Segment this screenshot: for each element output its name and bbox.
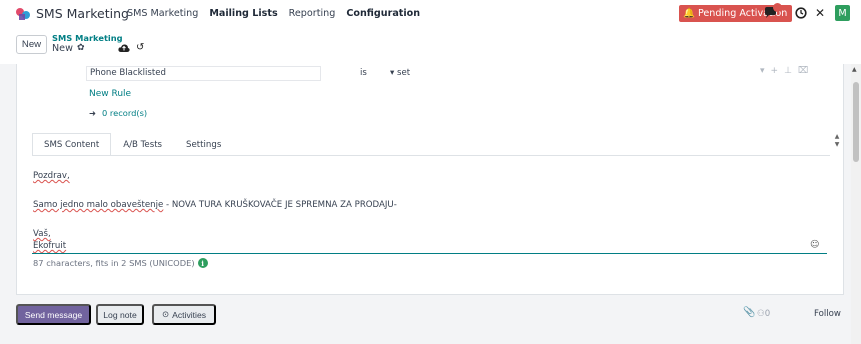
- tools-icon[interactable]: ✕: [815, 6, 825, 20]
- menu-sms-marketing[interactable]: SMS Marketing: [127, 8, 198, 19]
- caret-down-icon[interactable]: ▾: [760, 66, 771, 76]
- emoji-icon[interactable]: ☺: [810, 240, 819, 250]
- message-line-rest: - NOVA TURA KRUŠKOVAČE JE SPREMNA ZA PRO…: [163, 200, 397, 210]
- tab-ab-tests[interactable]: A/B Tests: [111, 133, 175, 156]
- bell-icon: 🔔: [683, 8, 695, 19]
- message-signature[interactable]: Ekofruit: [33, 241, 66, 251]
- message-line-prefix: Samo jedno malo obaveštenje: [33, 200, 164, 210]
- add-icon[interactable]: +: [771, 66, 785, 76]
- scroll-up-icon[interactable]: ▲: [852, 66, 857, 73]
- top-navbar: SMS Marketing SMS Marketing Mailing List…: [0, 0, 861, 28]
- paperclip-icon[interactable]: 📎: [743, 307, 755, 318]
- page-scrollbar-thumb[interactable]: [853, 82, 859, 162]
- arrow-right-icon: ➜: [89, 108, 96, 118]
- avatar[interactable]: M: [835, 5, 850, 21]
- send-message-button[interactable]: Send message: [16, 304, 91, 325]
- rule-field-select[interactable]: Phone Blacklisted: [86, 66, 321, 81]
- user-icon: ⚇: [757, 309, 765, 319]
- menu-mailing-lists[interactable]: Mailing Lists: [209, 8, 277, 19]
- chatter: Send message Log note ⊙ Activities 📎 ⚇0 F…: [16, 304, 844, 326]
- tab-divider: [32, 155, 830, 156]
- activities-label: Activities: [172, 309, 207, 320]
- tabs: SMS Content A/B Tests Settings: [32, 133, 234, 156]
- breadcrumb-parent[interactable]: SMS Marketing: [52, 33, 123, 43]
- clock-icon: ⊙: [161, 309, 170, 319]
- menu-reporting[interactable]: Reporting: [289, 8, 336, 19]
- cloud-upload-icon[interactable]: [118, 43, 130, 53]
- tab-settings[interactable]: Settings: [174, 133, 234, 156]
- sms-counter-text: 87 characters, fits in 2 SMS (UNICODE): [33, 258, 195, 268]
- breadcrumb-current: New: [52, 43, 73, 54]
- editor-scrollbar[interactable]: ▲ ▼: [833, 133, 841, 157]
- followers-count: 0: [764, 309, 771, 319]
- notification-badge: [773, 3, 782, 12]
- app-name[interactable]: SMS Marketing: [36, 6, 129, 21]
- gear-icon[interactable]: ✿: [77, 43, 85, 53]
- new-button[interactable]: New: [16, 35, 47, 54]
- records-count: 0 record(s): [101, 108, 148, 118]
- records-link[interactable]: ➜ 0 record(s): [89, 108, 147, 118]
- rule-value[interactable]: ▾ set: [390, 68, 410, 78]
- rule-operator[interactable]: is: [360, 68, 367, 78]
- app-logo-icon[interactable]: [15, 7, 31, 21]
- discard-icon[interactable]: ↺: [136, 42, 144, 53]
- editor-focus-line: [32, 253, 827, 254]
- sms-counter: 87 characters, fits in 2 SMS (UNICODE) i: [33, 258, 208, 268]
- rule-actions: ▾+⊥⌧: [760, 66, 814, 76]
- info-icon[interactable]: i: [197, 258, 208, 268]
- tab-sms-content[interactable]: SMS Content: [32, 133, 112, 156]
- control-panel: New SMS Marketing New ✿ ↺: [0, 28, 861, 64]
- activities-button[interactable]: ⊙ Activities: [152, 304, 216, 325]
- message-greeting[interactable]: Pozdrav,: [33, 171, 70, 181]
- clock-icon[interactable]: [795, 7, 807, 19]
- followers-button[interactable]: ⚇0: [757, 309, 770, 319]
- follow-button[interactable]: Follow: [814, 309, 841, 319]
- menu-configuration[interactable]: Configuration: [346, 8, 420, 19]
- new-rule-link[interactable]: New Rule: [89, 89, 131, 99]
- rule-value-label: set: [397, 68, 411, 78]
- trash-icon[interactable]: ⌧: [798, 66, 814, 76]
- message-line[interactable]: Samo jedno malo obaveštenje - NOVA TURA …: [33, 200, 397, 210]
- log-note-button[interactable]: Log note: [96, 304, 144, 325]
- message-closing[interactable]: Vaš,: [33, 229, 51, 239]
- hierarchy-icon[interactable]: ⊥: [784, 66, 798, 76]
- main-menu: SMS Marketing Mailing Lists Reporting Co…: [127, 8, 431, 19]
